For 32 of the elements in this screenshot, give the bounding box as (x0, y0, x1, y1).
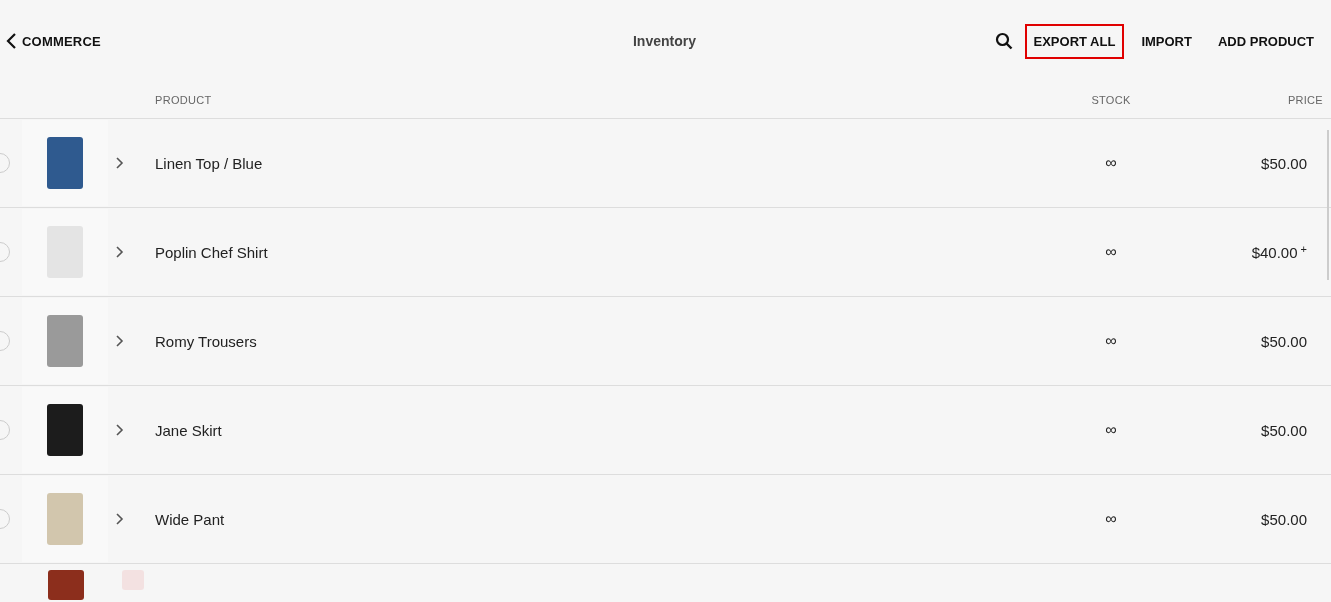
price-value: $50.00 (1261, 510, 1307, 528)
product-name[interactable]: Jane Skirt (155, 421, 1051, 439)
stock-value: ∞ (1105, 243, 1117, 261)
chevron-right-icon[interactable] (116, 513, 124, 525)
back-link[interactable]: COMMERCE (6, 33, 101, 49)
export-button[interactable]: EXPORT ALL (1024, 23, 1125, 59)
chevron-right-icon[interactable] (116, 246, 124, 258)
column-header: PRICE (1287, 94, 1324, 106)
chevron-right-icon[interactable] (116, 424, 124, 436)
stock-value: ∞ (1105, 510, 1117, 528)
product-name[interactable]: Linen Top / Blue (155, 154, 1051, 172)
product-name[interactable]: Poplin Chef Shirt (155, 243, 1051, 261)
product-name[interactable]: Romy Trousers (155, 332, 1051, 350)
scrollbar[interactable] (1327, 130, 1329, 280)
search-icon[interactable] (994, 32, 1013, 50)
stock-value: ∞ (1105, 332, 1117, 350)
stock-value: ∞ (1105, 154, 1117, 172)
chevron-right-icon[interactable] (116, 335, 124, 347)
import-button[interactable]: IMPORT (1132, 23, 1201, 59)
price-value: $50.00 (1261, 332, 1307, 350)
column-header: STOCK (1091, 94, 1131, 106)
page-title: Inventory (633, 33, 696, 49)
price-suffix: + (1300, 242, 1307, 257)
chevron-left-icon (6, 33, 18, 49)
price-value: $50.00 (1261, 154, 1307, 172)
column-header: PRODUCT (155, 94, 213, 106)
product-name[interactable]: Wide Pant (155, 510, 1051, 528)
price-value: $50.00 (1261, 421, 1307, 439)
stock-value: ∞ (1105, 421, 1117, 439)
price-value: $40.00 (1251, 243, 1298, 261)
chevron-right-icon[interactable] (116, 157, 124, 169)
add-product-button[interactable]: ADD PRODUCT (1208, 23, 1323, 59)
